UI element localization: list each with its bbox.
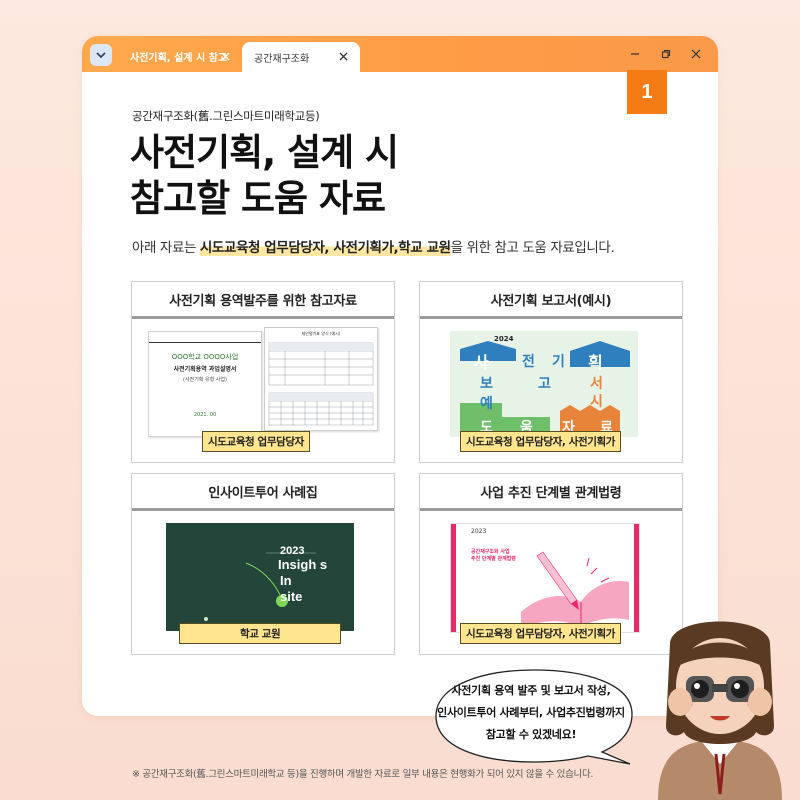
- insight-year: 2023: [280, 545, 305, 557]
- card-insight-tour[interactable]: 인사이트투어 사례집 2023 Insigh s In site 학교 교원: [131, 473, 395, 655]
- close-window-button[interactable]: [689, 47, 703, 61]
- page-title: 사전기획, 설계 시 참고할 도움 자료: [130, 130, 399, 222]
- table-grid: [268, 342, 374, 426]
- card-report-example[interactable]: 사전기획 보고서(예시) 2024 사 전 기 획 보 고 서 예 시 도 움 …: [419, 281, 683, 463]
- footnote: ※ 공간재구조화(舊.그린스마트미래학교 등)을 진행하며 개발한 자료로 일부…: [132, 769, 594, 780]
- card-thumbnail: 2024 사 전 기 획 보 고 서 예 시 도 움 자 료 시도교육청 업무담…: [420, 319, 682, 462]
- speech-bubble: 사전기획 용역 발주 및 보고서 작성, 인사이트투어 사례부터, 사업추진법령…: [416, 666, 656, 766]
- description-prefix: 아래 자료는: [132, 240, 200, 256]
- insight-title-line: In: [280, 573, 292, 588]
- report-char: 서: [590, 376, 603, 392]
- audience-tag: 시도교육청 업무담당자, 사전기획가: [460, 431, 621, 452]
- app-window: 사전기획, 설계 시 참고 공간재구조화 1 공간재구조화(舊.그린스마트미래학…: [82, 36, 718, 716]
- insight-cover-art: [204, 552, 316, 621]
- report-char: 사: [474, 353, 489, 372]
- document-title: OOO학교 OOOO사업: [171, 353, 239, 361]
- close-window-icon: [691, 49, 701, 59]
- insight-title-line: Insigh s: [278, 557, 328, 572]
- card-title: 사업 추진 단계별 관계법령: [420, 474, 682, 511]
- report-char: 전: [522, 354, 535, 370]
- insight-cover: 2023 Insigh s In site: [166, 523, 354, 631]
- report-char: 획: [588, 353, 603, 372]
- law-cover: 2023 공간재구조화 사업 추진 단계별 관계법령: [450, 523, 640, 633]
- report-char: 고: [538, 376, 551, 392]
- report-char: 보: [480, 376, 493, 392]
- title-bar: 사전기획, 설계 시 참고 공간재구조화: [82, 36, 718, 72]
- book-pencil-art: [521, 551, 629, 628]
- description-suffix: 을 위한 참고 도움 자료입니다.: [450, 240, 615, 256]
- bubble-text: 사전기획 용역 발주 및 보고서 작성, 인사이트투어 사례부터, 사업추진법령…: [416, 680, 646, 746]
- minimize-icon: [631, 53, 639, 55]
- report-cover: 2024 사 전 기 획 보 고 서 예 시 도 움 자 료: [450, 331, 638, 437]
- card-title: 인사이트투어 사례집: [132, 474, 394, 511]
- close-icon[interactable]: [339, 52, 348, 61]
- title-line-2: 참고할 도움 자료: [130, 177, 386, 220]
- restore-button[interactable]: [659, 47, 673, 61]
- character-illustration: [658, 621, 782, 800]
- bubble-line: 사전기획 용역 발주 및 보고서 작성,: [451, 684, 611, 697]
- report-char: 시: [590, 394, 603, 410]
- minimize-button[interactable]: [628, 47, 642, 61]
- tab-label: 사전기획, 설계 시 참고: [130, 53, 228, 64]
- description: 아래 자료는 시도교육청 업무담당자, 사전기획가,학교 교원을 위한 참고 도…: [132, 236, 615, 256]
- insight-title-line: site: [280, 589, 303, 604]
- audience-tag: 시도교육청 업무담당자, 사전기획가: [460, 623, 621, 644]
- document-type: (사전기획 유형 사업): [183, 377, 227, 383]
- description-highlight: 시도교육청 업무담당자, 사전기획가,학교 교원: [199, 240, 451, 256]
- bubble-line: 참고할 수 있겠네요!: [485, 728, 577, 741]
- report-char: 기: [552, 354, 565, 370]
- card-title: 사전기획 보고서(예시): [420, 282, 682, 319]
- document-subtitle: 사전기획용역 과업설명서: [173, 366, 237, 373]
- card-thumbnail: 2023 Insigh s In site 학교 교원: [132, 511, 394, 654]
- document-date: 2021. 00: [193, 412, 217, 418]
- card-procurement-guide[interactable]: 사전기획 용역발주를 위한 참고자료 OOO학교 OOOO사업 사전기획용역 과…: [131, 281, 395, 463]
- report-char: 예: [480, 396, 493, 412]
- tab-space-restructuring[interactable]: 공간재구조화: [242, 42, 360, 72]
- bubble-line: 인사이트투어 사례부터, 사업추진법령까지: [437, 706, 625, 719]
- tab-planning[interactable]: 사전기획, 설계 시 참고: [126, 41, 238, 72]
- eyebrow-text: 공간재구조화(舊.그린스마트미래학교등): [132, 109, 320, 123]
- restore-icon: [661, 49, 671, 59]
- evaluation-table-thumb: 제안평가표 양식 (예시): [264, 327, 378, 431]
- tab-label: 공간재구조화: [254, 53, 310, 65]
- card-title: 사전기획 용역발주를 위한 참고자료: [132, 282, 394, 319]
- chevron-down-icon: [96, 52, 106, 59]
- card-thumbnail: OOO학교 OOOO사업 사전기획용역 과업설명서 (사전기획 유형 사업) 2…: [132, 319, 394, 462]
- close-icon[interactable]: [221, 52, 230, 61]
- step-badge: 1: [627, 70, 667, 114]
- audience-tag: 시도교육청 업무담당자: [202, 431, 310, 452]
- tab-menu-button[interactable]: [90, 44, 112, 66]
- document-cover: OOO학교 OOOO사업 사전기획용역 과업설명서 (사전기획 유형 사업) 2…: [148, 331, 262, 437]
- title-line-1: 사전기획, 설계 시: [130, 131, 399, 174]
- audience-tag: 학교 교원: [179, 623, 342, 644]
